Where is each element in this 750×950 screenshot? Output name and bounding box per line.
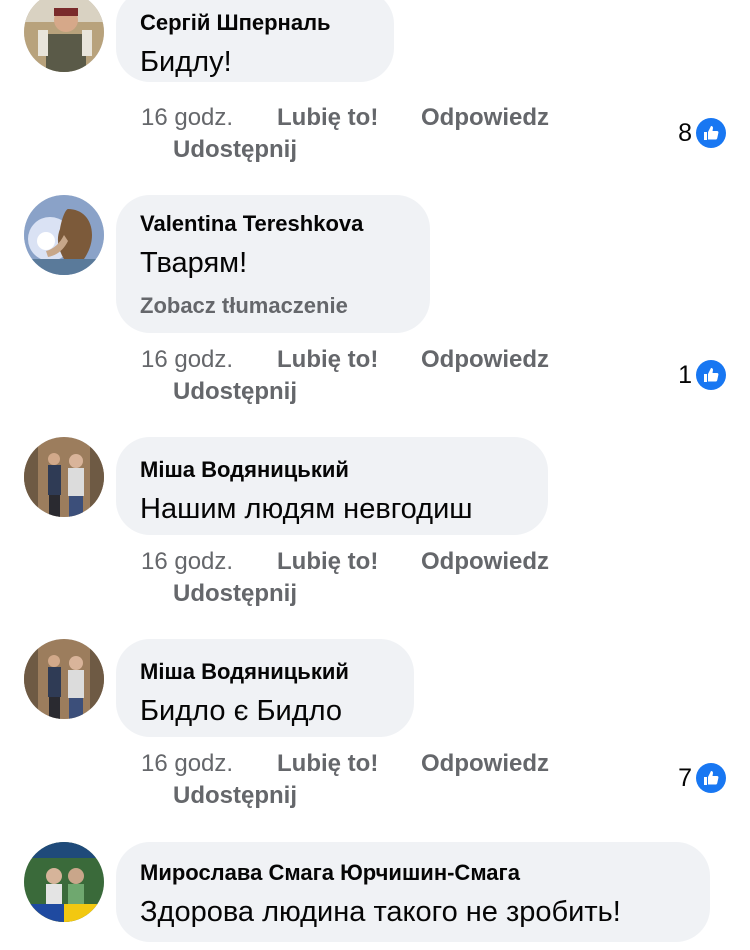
share-button[interactable]: Udostępnij — [173, 779, 297, 813]
comment: Міша Водяницький Нашим людям невгодиш 16… — [0, 437, 750, 627]
reaction-count[interactable]: 8 — [678, 116, 726, 150]
comment-bubble: Міша Водяницький Бидло є Бидло — [116, 639, 414, 737]
comment: Мирослава Смага Юрчишин-Смага Здорова лю… — [0, 842, 750, 950]
reaction-count[interactable]: 1 — [678, 358, 726, 392]
reaction-count-value: 1 — [678, 360, 692, 389]
reply-button[interactable]: Odpowiedz — [421, 101, 549, 135]
like-button[interactable]: Lubię to! — [277, 343, 378, 377]
avatar-photo — [24, 842, 104, 922]
comment-bubble: Міша Водяницький Нашим людям невгодиш — [116, 437, 548, 535]
avatar-photo — [24, 0, 104, 72]
comment-text: Здорова людина такого не зробить! — [140, 896, 621, 928]
avatar[interactable] — [24, 195, 104, 275]
like-button[interactable]: Lubię to! — [277, 545, 378, 579]
like-button[interactable]: Lubię to! — [277, 747, 378, 781]
comment: Міша Водяницький Бидло є Бидло 16 godz. … — [0, 639, 750, 829]
comment-text: Бидло є Бидло — [140, 695, 342, 727]
avatar[interactable] — [24, 842, 104, 922]
reply-button[interactable]: Odpowiedz — [421, 747, 549, 781]
like-thumbs-up-icon — [696, 360, 726, 390]
avatar[interactable] — [24, 0, 104, 72]
avatar[interactable] — [24, 639, 104, 719]
reaction-count[interactable]: 7 — [678, 761, 726, 795]
comment-text: Бидлу! — [140, 46, 232, 78]
share-button[interactable]: Udostępnij — [173, 133, 297, 167]
like-thumbs-up-icon — [696, 763, 726, 793]
like-button[interactable]: Lubię to! — [277, 101, 378, 135]
comment-author[interactable]: Міша Водяницький — [140, 457, 349, 483]
see-translation-link[interactable]: Zobacz tłumaczenie — [140, 293, 348, 319]
comment-author[interactable]: Мирослава Смага Юрчишин-Смага — [140, 860, 520, 886]
comment-bubble: Мирослава Смага Юрчишин-Смага Здорова лю… — [116, 842, 710, 942]
reaction-count-value: 8 — [678, 118, 692, 147]
reaction-count-value: 7 — [678, 763, 692, 792]
avatar-photo — [24, 437, 104, 517]
comment-author[interactable]: Сергій Шперналь — [140, 10, 331, 36]
comment-timestamp[interactable]: 16 godz. — [141, 747, 233, 781]
comment-author[interactable]: Міша Водяницький — [140, 659, 349, 685]
comment-bubble: Сергій Шперналь Бидлу! — [116, 0, 394, 82]
avatar-photo — [24, 639, 104, 719]
share-button[interactable]: Udostępnij — [173, 375, 297, 409]
comment-text: Тварям! — [140, 247, 248, 279]
avatar-photo — [24, 195, 104, 275]
comment-timestamp[interactable]: 16 godz. — [141, 343, 233, 377]
share-button[interactable]: Udostępnij — [173, 577, 297, 611]
comment-author[interactable]: Valentina Tereshkova — [140, 211, 363, 237]
comment-timestamp[interactable]: 16 godz. — [141, 545, 233, 579]
reply-button[interactable]: Odpowiedz — [421, 343, 549, 377]
reply-button[interactable]: Odpowiedz — [421, 545, 549, 579]
comment-bubble: Valentina Tereshkova Тварям! Zobacz tłum… — [116, 195, 430, 333]
comment-timestamp[interactable]: 16 godz. — [141, 101, 233, 135]
like-thumbs-up-icon — [696, 118, 726, 148]
comment-text: Нашим людям невгодиш — [140, 493, 473, 525]
comment: Сергій Шперналь Бидлу! 16 godz. Lubię to… — [0, 0, 750, 180]
comment: Valentina Tereshkova Тварям! Zobacz tłum… — [0, 195, 750, 415]
avatar[interactable] — [24, 437, 104, 517]
